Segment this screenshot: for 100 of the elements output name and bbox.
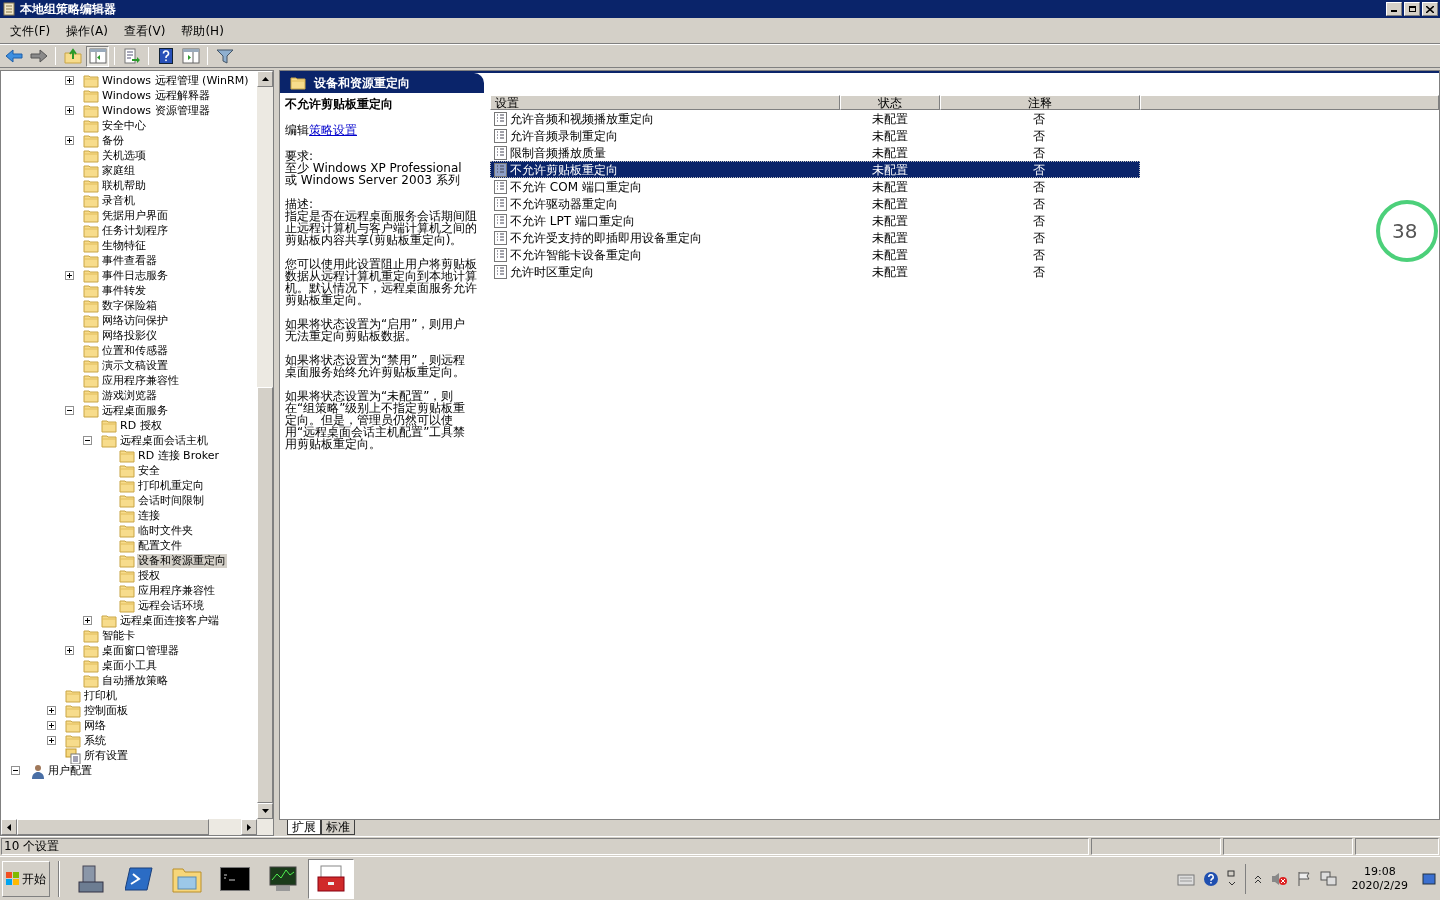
tree-item[interactable]: 临时文件夹 bbox=[137, 523, 194, 538]
tree-item[interactable]: 远程桌面会话主机 bbox=[119, 433, 209, 448]
tree-item[interactable]: 游戏浏览器 bbox=[101, 388, 158, 403]
setting-row[interactable]: 限制音频播放质量 未配置 否 bbox=[490, 144, 1140, 161]
tree-item[interactable]: 联机帮助 bbox=[101, 178, 147, 193]
folder-icon bbox=[83, 328, 99, 343]
tree-item[interactable]: 自动播放策略 bbox=[101, 673, 169, 688]
comment-cell-text: 否 bbox=[1032, 246, 1047, 264]
policy-icon bbox=[494, 162, 507, 177]
expand-toggle[interactable] bbox=[47, 706, 56, 715]
tree-item[interactable]: 配置文件 bbox=[137, 538, 183, 553]
tree-item[interactable]: 控制面板 bbox=[83, 703, 129, 718]
collapse-toggle[interactable] bbox=[83, 436, 92, 445]
tree-item[interactable]: 位置和传感器 bbox=[101, 343, 169, 358]
up-arrow-icon bbox=[261, 77, 269, 81]
expand-toggle[interactable] bbox=[65, 271, 74, 280]
expand-toggle[interactable] bbox=[65, 106, 74, 115]
setting-row[interactable]: 允许音频和视频播放重定向 未配置 否 bbox=[490, 110, 1140, 127]
expand-toggle[interactable] bbox=[65, 76, 74, 85]
policy-settings-link[interactable]: 策略设置 bbox=[309, 123, 357, 137]
expand-toggle[interactable] bbox=[47, 736, 56, 745]
column-header[interactable]: 注释 bbox=[940, 95, 1140, 110]
tree-item[interactable]: 用户配置 bbox=[47, 763, 93, 778]
column-header[interactable]: 状态 bbox=[840, 95, 940, 110]
policy-icon bbox=[494, 264, 507, 279]
tree-item[interactable]: 演示文稿设置 bbox=[101, 358, 169, 373]
tree-item[interactable]: 应用程序兼容性 bbox=[137, 583, 216, 598]
menu-item[interactable]: 文件(F) bbox=[4, 21, 57, 40]
tree-item[interactable]: Windows 资源管理器 bbox=[101, 103, 211, 118]
setting-name: 不允许驱动器重定向 bbox=[510, 195, 618, 213]
setting-row[interactable]: 允许音频录制重定向 未配置 否 bbox=[490, 127, 1140, 144]
tree-item[interactable]: 网络投影仪 bbox=[101, 328, 158, 343]
tree-item[interactable]: Windows 远程管理 (WinRM) bbox=[101, 73, 250, 88]
tree-item[interactable]: 事件查看器 bbox=[101, 253, 158, 268]
tree-item[interactable]: 网络 bbox=[83, 718, 107, 733]
tree-item[interactable]: 数字保险箱 bbox=[101, 298, 158, 313]
tree-item[interactable]: RD 连接 Broker bbox=[137, 448, 220, 463]
tree-item[interactable]: 远程会话环境 bbox=[137, 598, 205, 613]
expand-toggle[interactable] bbox=[65, 646, 74, 655]
tree-item[interactable]: 网络访问保护 bbox=[101, 313, 169, 328]
tree-item[interactable]: 桌面窗口管理器 bbox=[101, 643, 180, 658]
view-tab[interactable]: 标准 bbox=[321, 820, 355, 835]
folder-icon bbox=[119, 493, 135, 508]
tree-item[interactable]: 打印机重定向 bbox=[137, 478, 205, 493]
tree-item[interactable]: 备份 bbox=[101, 133, 125, 148]
horizontal-scrollbar[interactable] bbox=[1, 819, 273, 835]
tree-item[interactable]: 安全 bbox=[137, 463, 161, 478]
tree-item[interactable]: 安全中心 bbox=[101, 118, 147, 133]
start-button[interactable]: 开始 bbox=[2, 860, 50, 897]
expand-toggle[interactable] bbox=[65, 136, 74, 145]
tree-item[interactable]: 会话时间限制 bbox=[137, 493, 205, 508]
tree-item[interactable]: 远程桌面服务 bbox=[101, 403, 169, 418]
tree-item[interactable]: 凭据用户界面 bbox=[101, 208, 169, 223]
minimize-button[interactable] bbox=[1386, 2, 1402, 16]
tree-item[interactable]: 任务计划程序 bbox=[101, 223, 169, 238]
setting-row[interactable]: 允许时区重定向 未配置 否 bbox=[490, 263, 1140, 280]
settings-list-icon bbox=[65, 747, 81, 764]
tree-item[interactable]: 录音机 bbox=[101, 193, 136, 208]
setting-row[interactable]: 不允许智能卡设备重定向 未配置 否 bbox=[490, 246, 1140, 263]
menu-item[interactable]: 查看(V) bbox=[117, 21, 172, 40]
tree-item[interactable]: 智能卡 bbox=[101, 628, 136, 643]
tree-item[interactable]: Windows 远程解释器 bbox=[101, 88, 211, 103]
state-cell-text: 未配置 bbox=[870, 178, 909, 196]
tree-item[interactable]: 连接 bbox=[137, 508, 161, 523]
expand-toggle[interactable] bbox=[47, 721, 56, 730]
tree-item[interactable]: 事件转发 bbox=[101, 283, 147, 298]
setting-row[interactable]: 不允许 COM 端口重定向 未配置 否 bbox=[490, 178, 1140, 195]
menu-item[interactable]: 操作(A) bbox=[60, 21, 114, 40]
tree-item[interactable]: 生物特征 bbox=[101, 238, 147, 253]
setting-row[interactable]: 不允许驱动器重定向 未配置 否 bbox=[490, 195, 1140, 212]
setting-row[interactable]: 不允许 LPT 端口重定向 未配置 否 bbox=[490, 212, 1140, 229]
tree-item[interactable]: 打印机 bbox=[83, 688, 118, 703]
tree-item[interactable]: 应用程序兼容性 bbox=[101, 373, 180, 388]
tree-item[interactable]: 事件日志服务 bbox=[101, 268, 169, 283]
tree-item[interactable]: 家庭组 bbox=[101, 163, 136, 178]
setting-row[interactable]: 不允许受支持的即插即用设备重定向 未配置 否 bbox=[490, 229, 1140, 246]
tree-item[interactable]: 桌面小工具 bbox=[101, 658, 158, 673]
close-button[interactable] bbox=[1422, 2, 1438, 16]
column-header[interactable]: 设置 bbox=[490, 95, 840, 110]
menu-item[interactable]: 帮助(H) bbox=[175, 21, 230, 40]
expand-toggle[interactable] bbox=[83, 616, 92, 625]
tree-item[interactable]: RD 授权 bbox=[119, 418, 163, 433]
tree-item[interactable]: 关机选项 bbox=[101, 148, 147, 163]
setting-row[interactable]: 不允许剪贴板重定向 未配置 否 bbox=[490, 161, 1140, 178]
tree-item[interactable]: 系统 bbox=[83, 733, 107, 748]
collapse-toggle[interactable] bbox=[11, 766, 20, 775]
policy-icon bbox=[494, 247, 507, 262]
vertical-scrollbar[interactable] bbox=[257, 71, 273, 819]
tree-item[interactable]: 授权 bbox=[137, 568, 161, 583]
tree-item[interactable]: 远程桌面连接客户端 bbox=[119, 613, 220, 628]
show-desktop-icon bbox=[1422, 872, 1436, 885]
restore-button[interactable] bbox=[1404, 2, 1420, 16]
collapse-toggle[interactable] bbox=[65, 406, 74, 415]
taskbar-button[interactable] bbox=[308, 858, 354, 899]
tree-item[interactable]: 设备和资源重定向 bbox=[137, 553, 227, 568]
window-title: 本地组策略编辑器 bbox=[20, 1, 116, 18]
view-tab[interactable]: 扩展 bbox=[287, 820, 321, 835]
setting-name: 允许时区重定向 bbox=[510, 263, 594, 281]
folder-icon bbox=[101, 418, 117, 433]
tree-item[interactable]: 所有设置 bbox=[83, 748, 129, 763]
